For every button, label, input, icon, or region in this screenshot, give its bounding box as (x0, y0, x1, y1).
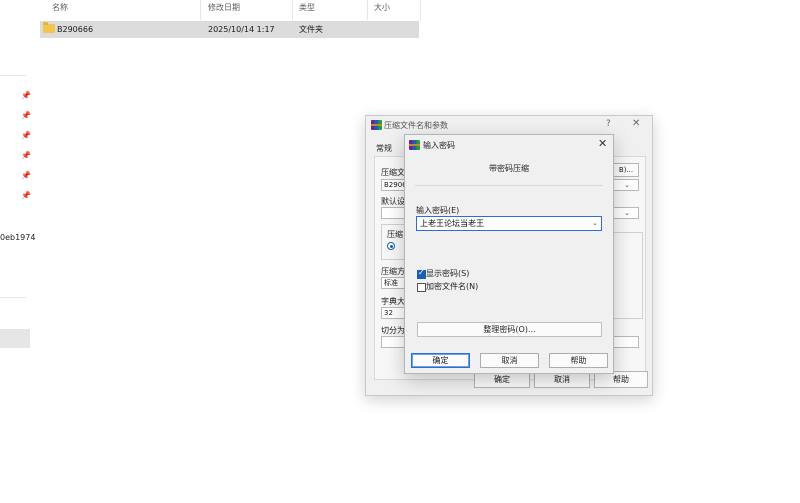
nav-item-partial[interactable]: 0eb1974 (0, 233, 35, 242)
close-icon[interactable]: ✕ (632, 118, 640, 129)
nav-item-selected[interactable] (0, 329, 30, 348)
password-label: 输入密码(E) (416, 206, 460, 215)
column-header-type[interactable]: 类型 (299, 0, 315, 20)
split-unit-field[interactable] (613, 336, 639, 348)
show-password-label[interactable]: 显示密码(S) (426, 268, 469, 279)
method-label: 压缩方 (381, 267, 405, 276)
dialog-title: 输入密码 (423, 141, 455, 150)
sort-up-icon: ⌃ (121, 0, 129, 7)
organize-passwords-button[interactable]: 整理密码(O)... (417, 322, 602, 337)
file-row[interactable]: B290666 2025/10/14 1:17 文件夹 (40, 21, 419, 38)
encrypt-names-label[interactable]: 加密文件名(N) (426, 281, 478, 292)
pin-icon[interactable]: 📌 (21, 91, 31, 101)
column-header-name[interactable]: 名称 (52, 0, 68, 20)
close-icon[interactable]: ✕ (598, 137, 607, 150)
browse-button[interactable]: B)... (613, 163, 639, 177)
pin-icon[interactable]: 📌 (21, 151, 31, 161)
archive-name-label: 压缩文 (381, 168, 405, 177)
password-input[interactable]: 上老王论坛当老王 ⌄ (416, 216, 602, 231)
column-separator[interactable] (292, 0, 293, 20)
password-dialog: 输入密码 ✕ 带密码压缩 输入密码(E) 上老王论坛当老王 ⌄ 显示密码(S) … (404, 134, 614, 374)
password-value: 上老王论坛当老王 (420, 219, 484, 228)
help-icon[interactable]: ? (606, 119, 611, 129)
winrar-icon (409, 140, 420, 150)
default-settings-label: 默认设 (381, 197, 405, 206)
format-radio-rar[interactable] (387, 242, 395, 250)
ok-button[interactable]: 确定 (411, 353, 470, 368)
show-password-checkbox[interactable] (417, 268, 426, 279)
column-header-size[interactable]: 大小 (374, 0, 390, 20)
winrar-icon (371, 120, 382, 130)
encrypt-names-checkbox[interactable] (417, 283, 426, 292)
file-name: B290666 (57, 25, 94, 34)
profile-dropdown[interactable]: ⌄ (613, 207, 639, 219)
split-label: 切分为 (381, 326, 405, 335)
help-button[interactable]: 帮助 (549, 353, 608, 368)
dialog-heading: 带密码压缩 (489, 164, 529, 173)
file-modified: 2025/10/14 1:17 (208, 25, 275, 34)
folder-icon (43, 22, 55, 33)
archive-name-dropdown[interactable]: ⌄ (613, 179, 639, 191)
pin-icon[interactable]: 📌 (21, 191, 31, 201)
column-separator[interactable] (367, 0, 368, 20)
navigation-pane: 📌 📌 📌 📌 📌 📌 0eb1974 (0, 0, 35, 503)
column-separator[interactable] (200, 0, 201, 20)
chevron-down-icon: ⌄ (624, 209, 630, 217)
cancel-button[interactable]: 取消 (480, 353, 539, 368)
pin-icon[interactable]: 📌 (21, 131, 31, 141)
column-separator[interactable] (420, 0, 421, 20)
tab-general[interactable]: 常规 (376, 143, 392, 154)
chevron-down-icon: ⌄ (624, 181, 630, 189)
format-group-label: 压缩 (387, 230, 403, 239)
pin-icon[interactable]: 📌 (21, 111, 31, 121)
file-type: 文件夹 (299, 25, 323, 34)
pin-icon[interactable]: 📌 (21, 171, 31, 181)
separator (415, 185, 603, 186)
nav-separator (0, 297, 26, 298)
column-header-modified[interactable]: 修改日期 (208, 0, 240, 20)
dialog-title: 压缩文件名和参数 (384, 121, 448, 130)
dictionary-label: 字典大 (381, 297, 405, 306)
chevron-down-icon[interactable]: ⌄ (592, 217, 598, 230)
nav-separator (0, 75, 26, 76)
